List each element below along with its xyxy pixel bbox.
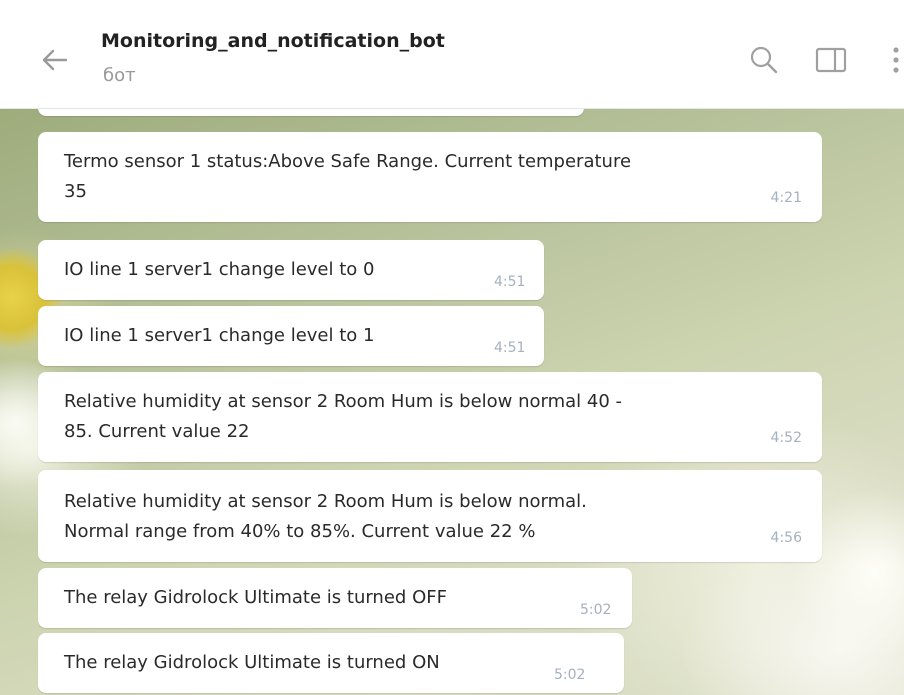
- search-button[interactable]: [748, 44, 780, 76]
- message-line: The relay Gidrolock Ultimate is turned O…: [64, 587, 447, 608]
- message-line: Relative humidity at sensor 2 Room Hum i…: [64, 491, 587, 512]
- message-bubble[interactable]: IO line 1 server1 change level to 0 4:51: [38, 240, 544, 300]
- message-time: 4:56: [770, 530, 802, 546]
- chat-title[interactable]: Monitoring_and_notification_bot: [101, 30, 445, 52]
- message-time: 4:52: [770, 430, 802, 446]
- message-time: 4:21: [770, 190, 802, 206]
- message-line: Normal range from 40% to 85%. Current va…: [64, 521, 536, 542]
- message-bubble-partial: [38, 108, 584, 116]
- more-vertical-icon: [893, 47, 899, 73]
- message-line: Termo sensor 1 status:Above Safe Range. …: [64, 151, 632, 172]
- message-time: 4:51: [494, 340, 526, 356]
- chat-header: Monitoring_and_notification_bot бот: [0, 0, 904, 109]
- side-panel-button[interactable]: [814, 44, 848, 76]
- message-time: 5:02: [554, 667, 586, 683]
- search-icon: [750, 46, 778, 74]
- message-line: IO line 1 server1 change level to 1: [64, 325, 375, 346]
- message-line: 85. Current value 22: [64, 421, 250, 442]
- chat-subtitle: бот: [103, 65, 136, 86]
- side-panel-icon: [815, 47, 847, 73]
- more-button[interactable]: [888, 42, 904, 78]
- arrow-left-icon: [42, 49, 68, 71]
- message-line: IO line 1 server1 change level to 0: [64, 259, 375, 280]
- message-line: The relay Gidrolock Ultimate is turned O…: [64, 652, 440, 673]
- message-bubble[interactable]: The relay Gidrolock Ultimate is turned O…: [38, 633, 624, 693]
- message-bubble[interactable]: IO line 1 server1 change level to 1 4:51: [38, 306, 544, 366]
- message-bubble[interactable]: Relative humidity at sensor 2 Room Hum i…: [38, 470, 822, 562]
- message-line: Relative humidity at sensor 2 Room Hum i…: [64, 391, 623, 412]
- message-time: 5:02: [580, 602, 612, 618]
- message-bubble[interactable]: Termo sensor 1 status:Above Safe Range. …: [38, 132, 822, 222]
- message-time: 4:51: [494, 274, 526, 290]
- message-bubble[interactable]: Relative humidity at sensor 2 Room Hum i…: [38, 372, 822, 462]
- message-bubble[interactable]: The relay Gidrolock Ultimate is turned O…: [38, 568, 632, 628]
- chat-history[interactable]: Termo sensor 1 status:Above Safe Range. …: [0, 108, 904, 695]
- message-line: 35: [64, 181, 87, 202]
- back-button[interactable]: [34, 40, 74, 80]
